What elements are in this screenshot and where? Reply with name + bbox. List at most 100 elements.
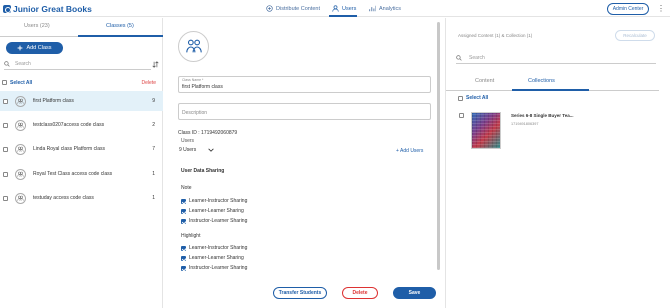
nav-users[interactable]: Users xyxy=(332,5,356,12)
description-placeholder: Description xyxy=(182,110,208,116)
select-all-row: Select All xyxy=(458,95,488,101)
permission-label: Learner-Instructor Sharing xyxy=(189,245,248,251)
permission-label: Learner-Instructor Sharing xyxy=(189,198,248,204)
class-group-icon xyxy=(15,95,26,107)
class-group-icon xyxy=(15,168,26,180)
class-row[interactable]: first Platform class 9 xyxy=(0,91,163,111)
add-class-label: Add Class xyxy=(26,45,52,51)
add-class-button[interactable]: Add Class xyxy=(6,42,63,54)
highlight-title: Highlight xyxy=(181,233,201,239)
row-checkbox[interactable] xyxy=(3,171,8,177)
class-avatar xyxy=(178,31,209,62)
note-title: Note xyxy=(181,185,192,191)
tab-content[interactable]: Content xyxy=(475,78,494,84)
recalculate-button[interactable]: Recalculate xyxy=(615,30,655,41)
class-group-icon xyxy=(15,119,26,131)
select-all-checkbox[interactable] xyxy=(458,95,463,101)
note-permission-row[interactable]: Instructor-Learner Sharing xyxy=(181,218,247,224)
logo-text: Junior Great Books xyxy=(13,4,92,14)
tab-divider xyxy=(0,36,78,37)
tab-collections[interactable]: Collections xyxy=(528,78,555,84)
assigned-title: Assigned Content (1) & Collection (1) xyxy=(458,33,533,38)
class-user-count: 1 xyxy=(152,171,155,177)
highlight-checkbox[interactable] xyxy=(181,265,186,271)
tab-users[interactable]: Users (23) xyxy=(24,23,50,29)
class-name: first Platform class xyxy=(33,98,74,104)
plus-icon xyxy=(18,45,23,51)
data-sharing-title: User Data Sharing xyxy=(181,168,225,174)
class-row[interactable]: testuday access code class 1 xyxy=(0,188,163,208)
logo[interactable]: Junior Great Books xyxy=(3,4,92,14)
note-permission-row[interactable]: Learner-Learner Sharing xyxy=(181,208,244,214)
transfer-students-button[interactable]: Transfer Students xyxy=(273,287,327,299)
user-icon xyxy=(332,5,339,12)
content-search-input[interactable]: Search xyxy=(456,53,656,64)
class-group-icon xyxy=(15,192,26,204)
highlight-permission-row[interactable]: Instructor-Learner Sharing xyxy=(181,265,247,271)
note-permission-row[interactable]: Learner-Instructor Sharing xyxy=(181,198,247,204)
class-row[interactable]: Linda Royal class Platform class 7 xyxy=(0,139,163,159)
left-panel: Users (23) Classes (5) Add Class Search … xyxy=(0,18,163,308)
book-cover-image[interactable] xyxy=(471,112,501,149)
permission-label: Instructor-Learner Sharing xyxy=(189,218,248,224)
class-search-input[interactable]: Search xyxy=(4,59,151,70)
note-checkbox[interactable] xyxy=(181,198,186,204)
select-all-checkbox[interactable] xyxy=(2,80,7,85)
add-users-link[interactable]: + Add Users xyxy=(396,148,423,154)
highlight-permission-row[interactable]: Learner-Instructor Sharing xyxy=(181,245,247,251)
nav-analytics[interactable]: Analytics xyxy=(369,5,401,12)
delete-classes-link[interactable]: Delete xyxy=(142,80,156,86)
active-nav-indicator xyxy=(329,15,357,17)
class-row[interactable]: testclass0207access code class 2 xyxy=(0,115,163,135)
detail-scrollbar[interactable] xyxy=(437,22,440,270)
admin-center-button[interactable]: Admin Center xyxy=(607,3,649,15)
class-group-icon xyxy=(15,143,26,155)
class-user-count: 7 xyxy=(152,146,155,152)
top-header: Junior Great Books Distribute Content Us… xyxy=(0,0,670,17)
chevron-down-icon xyxy=(208,148,214,152)
search-icon xyxy=(456,55,462,61)
row-checkbox[interactable] xyxy=(3,146,8,152)
active-tab-indicator xyxy=(512,89,589,91)
save-button[interactable]: Save xyxy=(393,287,436,299)
group-icon xyxy=(185,39,202,52)
row-checkbox[interactable] xyxy=(3,122,8,128)
class-user-count: 2 xyxy=(152,122,155,128)
note-checkbox[interactable] xyxy=(181,218,186,224)
row-checkbox[interactable] xyxy=(3,98,8,104)
nav-distribute-content[interactable]: Distribute Content xyxy=(266,5,320,12)
logo-icon xyxy=(3,5,11,13)
delete-class-button[interactable]: Delete xyxy=(342,287,378,299)
select-all-label[interactable]: Select All xyxy=(466,95,488,101)
sort-icon[interactable] xyxy=(152,61,159,68)
collection-checkbox[interactable] xyxy=(459,113,464,118)
class-name: testclass0207access code class xyxy=(33,122,105,128)
select-all-label[interactable]: Select All xyxy=(10,80,32,86)
highlight-permission-row[interactable]: Learner-Learner Sharing xyxy=(181,255,244,261)
more-options-icon[interactable]: ⋮ xyxy=(656,3,666,15)
description-field[interactable]: Description xyxy=(178,103,431,120)
users-label: Users xyxy=(181,138,195,144)
assigned-content-panel: Assigned Content (1) & Collection (1) Re… xyxy=(445,18,670,308)
active-tab-indicator xyxy=(78,35,163,37)
class-id: Class ID : 1719492060879 xyxy=(178,130,238,136)
highlight-checkbox[interactable] xyxy=(181,255,186,261)
row-checkbox[interactable] xyxy=(3,195,8,201)
class-user-count: 9 xyxy=(152,98,155,104)
class-user-count: 1 xyxy=(152,195,155,201)
tab-classes[interactable]: Classes (5) xyxy=(106,23,134,29)
users-value: 9 Users xyxy=(179,147,197,153)
distribute-icon xyxy=(266,5,273,12)
class-row[interactable]: Royal Test Class access code class 1 xyxy=(0,164,163,184)
users-dropdown[interactable]: 9 Users xyxy=(179,147,214,153)
permission-label: Learner-Learner Sharing xyxy=(189,255,244,261)
class-name-value: first Platform class xyxy=(182,84,223,90)
nav-label: Users xyxy=(342,5,357,12)
note-checkbox[interactable] xyxy=(181,208,186,214)
permission-label: Learner-Learner Sharing xyxy=(189,208,244,214)
highlight-checkbox[interactable] xyxy=(181,245,186,251)
class-name-field[interactable]: Class Name * first Platform class xyxy=(178,76,431,93)
class-detail-panel: Class Name * first Platform class Descri… xyxy=(164,18,440,308)
nav-label: Analytics xyxy=(379,5,402,12)
book-title[interactable]: Series 6-8 Single Buyer Tea... xyxy=(511,113,573,118)
